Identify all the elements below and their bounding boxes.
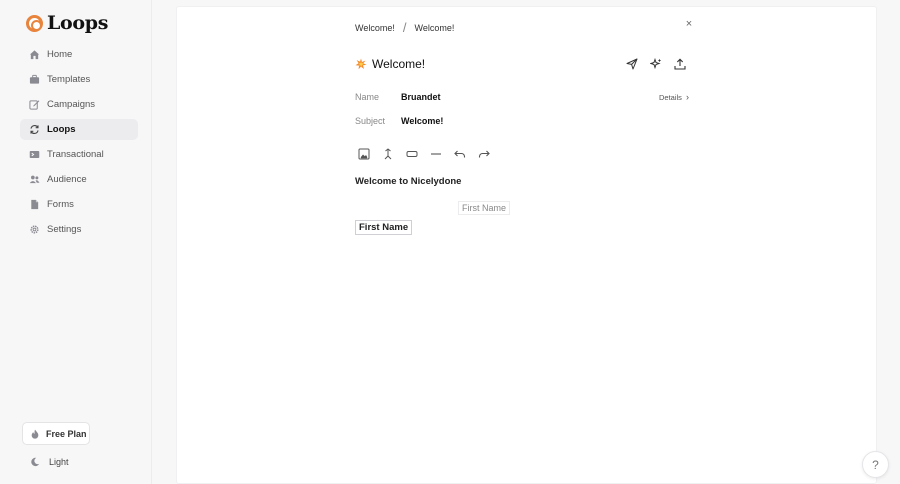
editor-toolbar	[357, 147, 501, 161]
details-label: Details	[659, 92, 682, 102]
publish-button[interactable]	[673, 57, 687, 71]
redo-icon	[478, 150, 490, 158]
sidebar-item-campaigns[interactable]: Campaigns	[20, 94, 138, 115]
sidebar-nav: Home Templates Campaigns Loops Transacti…	[20, 44, 138, 244]
sidebar-item-label: Loops	[47, 124, 76, 135]
sidebar-item-home[interactable]: Home	[20, 44, 138, 65]
email-body-heading[interactable]: Welcome to Nicelydone	[355, 176, 461, 187]
first-name-merge-tag[interactable]: First Name	[355, 220, 413, 235]
subject-field[interactable]: Subject Welcome!	[355, 116, 443, 126]
logo-text: Loops	[47, 12, 109, 34]
image-icon	[358, 148, 370, 160]
email-title: Welcome!	[355, 57, 425, 71]
insert-divider-button[interactable]	[429, 147, 443, 161]
sidebar-item-loops[interactable]: Loops	[20, 119, 138, 140]
insert-image-button[interactable]	[357, 147, 371, 161]
sidebar: Loops Home Templates Campaigns Loops Tra…	[0, 0, 152, 484]
upload-icon	[674, 58, 686, 70]
free-plan-button[interactable]: Free Plan	[22, 422, 90, 445]
refresh-icon	[28, 124, 40, 136]
collision-emoji-icon	[355, 58, 367, 70]
page-title: Welcome!	[372, 57, 426, 71]
undo-button[interactable]	[453, 147, 467, 161]
button-shape-icon	[406, 151, 418, 157]
help-button[interactable]: ?	[862, 451, 889, 478]
sidebar-item-label: Campaigns	[47, 99, 96, 110]
undo-icon	[454, 150, 466, 158]
question-icon: ?	[872, 457, 879, 472]
component-icon	[384, 148, 392, 160]
theme-label: Light	[49, 457, 69, 467]
sidebar-item-templates[interactable]: Templates	[20, 69, 138, 90]
send-icon	[626, 58, 638, 70]
sidebar-item-label: Templates	[47, 74, 91, 85]
first-name-placeholder-tag[interactable]: First Name	[458, 201, 511, 215]
pencil-icon	[28, 99, 40, 111]
subject-value[interactable]: Welcome!	[401, 116, 443, 126]
flame-icon	[31, 429, 39, 439]
insert-component-button[interactable]	[381, 147, 395, 161]
loops-logo-icon	[26, 14, 43, 32]
gear-icon	[28, 224, 40, 236]
sparkles-icon	[650, 58, 662, 70]
breadcrumb-item[interactable]: Welcome!	[355, 23, 395, 33]
logo[interactable]: Loops	[26, 12, 108, 34]
sidebar-item-label: Home	[47, 49, 73, 60]
insert-button-button[interactable]	[405, 147, 419, 161]
briefcase-icon	[28, 74, 40, 86]
sidebar-item-label: Audience	[47, 174, 87, 185]
moon-icon	[31, 457, 40, 467]
header-actions	[625, 57, 697, 71]
sidebar-item-transactional[interactable]: Transactional	[20, 144, 138, 165]
sidebar-item-label: Settings	[47, 224, 82, 235]
home-icon	[28, 49, 40, 61]
name-value[interactable]: Bruandet	[401, 92, 441, 102]
card-icon	[28, 149, 40, 161]
breadcrumb-separator: /	[402, 20, 407, 35]
breadcrumb: Welcome! / Welcome!	[355, 20, 454, 35]
close-icon[interactable]: ×	[684, 19, 694, 30]
ai-assist-button[interactable]	[649, 57, 663, 71]
loop-editor-panel: Welcome! / Welcome! × Welcome! Name Brua…	[176, 6, 877, 484]
subject-label: Subject	[355, 116, 386, 126]
sidebar-item-label: Forms	[47, 199, 74, 210]
sidebar-item-forms[interactable]: Forms	[20, 194, 138, 215]
users-icon	[28, 174, 40, 186]
sidebar-item-label: Transactional	[47, 149, 104, 160]
breadcrumb-item-current[interactable]: Welcome!	[414, 23, 454, 33]
theme-toggle[interactable]: Light	[30, 457, 69, 467]
sidebar-item-audience[interactable]: Audience	[20, 169, 138, 190]
redo-button[interactable]	[477, 147, 491, 161]
name-field[interactable]: Name Bruandet	[355, 92, 441, 102]
name-label: Name	[355, 92, 380, 102]
sidebar-item-settings[interactable]: Settings	[20, 219, 138, 240]
document-icon	[28, 199, 40, 211]
chevron-right-icon: ›	[685, 92, 689, 102]
plan-label: Free Plan	[46, 428, 87, 439]
details-button[interactable]: Details ›	[659, 92, 689, 102]
divider-icon	[431, 153, 441, 155]
send-test-button[interactable]	[625, 57, 639, 71]
